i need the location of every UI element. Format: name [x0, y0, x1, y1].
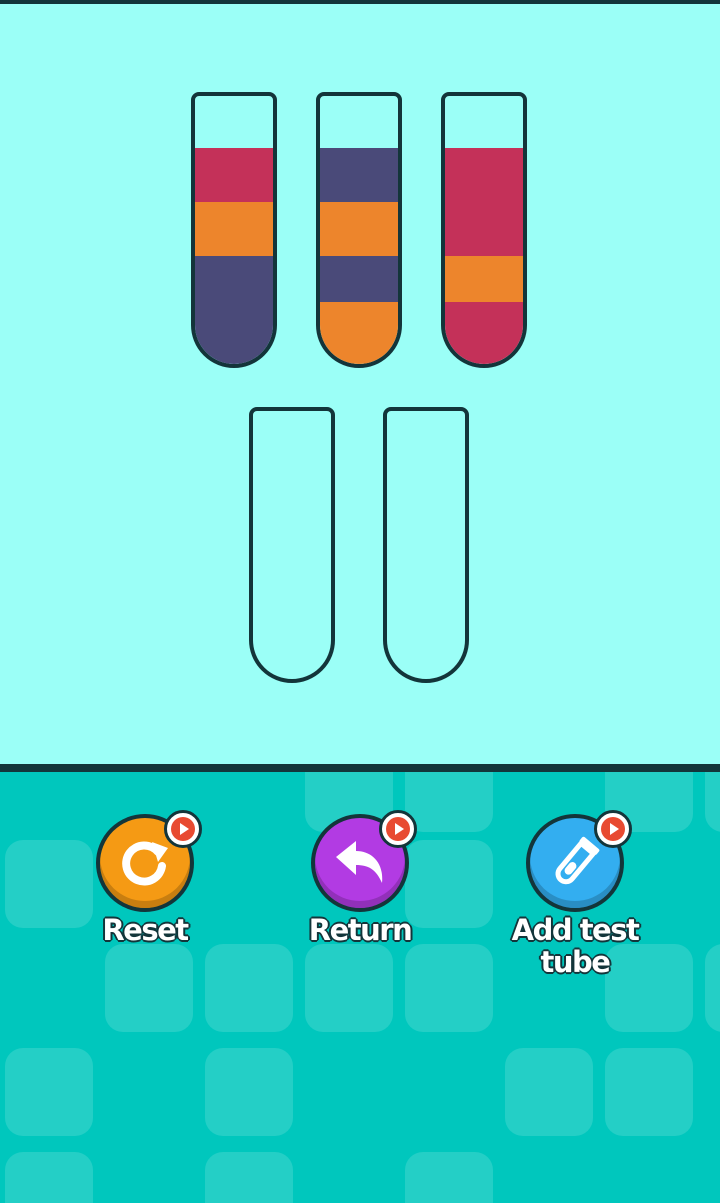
bg-tile	[705, 944, 720, 1032]
test-tube-1[interactable]	[191, 92, 277, 368]
board-divider	[0, 764, 720, 772]
liquid-layer-red	[195, 148, 273, 202]
video-ad-icon	[379, 810, 417, 848]
test-tube-4[interactable]	[249, 407, 335, 683]
bg-tile	[305, 944, 393, 1032]
return-label: Return	[308, 913, 414, 947]
liquid-layer-orange	[320, 202, 398, 256]
bg-tile	[205, 944, 293, 1032]
bg-tile	[105, 944, 193, 1032]
bg-tile	[5, 1048, 93, 1136]
reset-tool: Reset	[60, 810, 230, 947]
add-test-tube-button[interactable]	[526, 810, 632, 912]
liquid-layer-navy	[195, 302, 273, 364]
test-tube-5[interactable]	[383, 407, 469, 683]
game-board	[0, 4, 720, 764]
bg-tile	[605, 1048, 693, 1136]
test-tube-3[interactable]	[441, 92, 527, 368]
liquid-layer-orange	[195, 202, 273, 256]
add-tube-label-line2: tube	[540, 945, 612, 979]
add-tube-tool: Add test tube	[490, 810, 660, 979]
reset-icon	[122, 841, 168, 886]
bg-tile	[205, 1152, 293, 1203]
reset-label: Reset	[101, 913, 190, 947]
bg-tile	[205, 1048, 293, 1136]
liquid-layer-orange	[320, 302, 398, 364]
test-tube-2[interactable]	[316, 92, 402, 368]
bg-tile	[405, 944, 493, 1032]
undo-arrow-icon	[336, 841, 383, 883]
add-tube-label-line1: Add test	[511, 913, 641, 947]
liquid-layer-navy	[320, 148, 398, 202]
liquid-layer-red	[445, 302, 523, 364]
bg-tile	[505, 1048, 593, 1136]
video-ad-icon	[594, 810, 632, 848]
video-ad-icon	[164, 810, 202, 848]
bg-tile	[405, 1152, 493, 1203]
control-panel: Reset Return Add test tube	[0, 772, 720, 1203]
return-button[interactable]	[311, 810, 417, 912]
test-tube-icon	[555, 836, 600, 885]
liquid-layer-red	[445, 202, 523, 256]
bg-tile	[705, 772, 720, 832]
liquid-layer-red	[445, 148, 523, 202]
return-tool: Return	[275, 810, 445, 947]
bg-tile	[5, 1152, 93, 1203]
reset-button[interactable]	[96, 810, 202, 912]
